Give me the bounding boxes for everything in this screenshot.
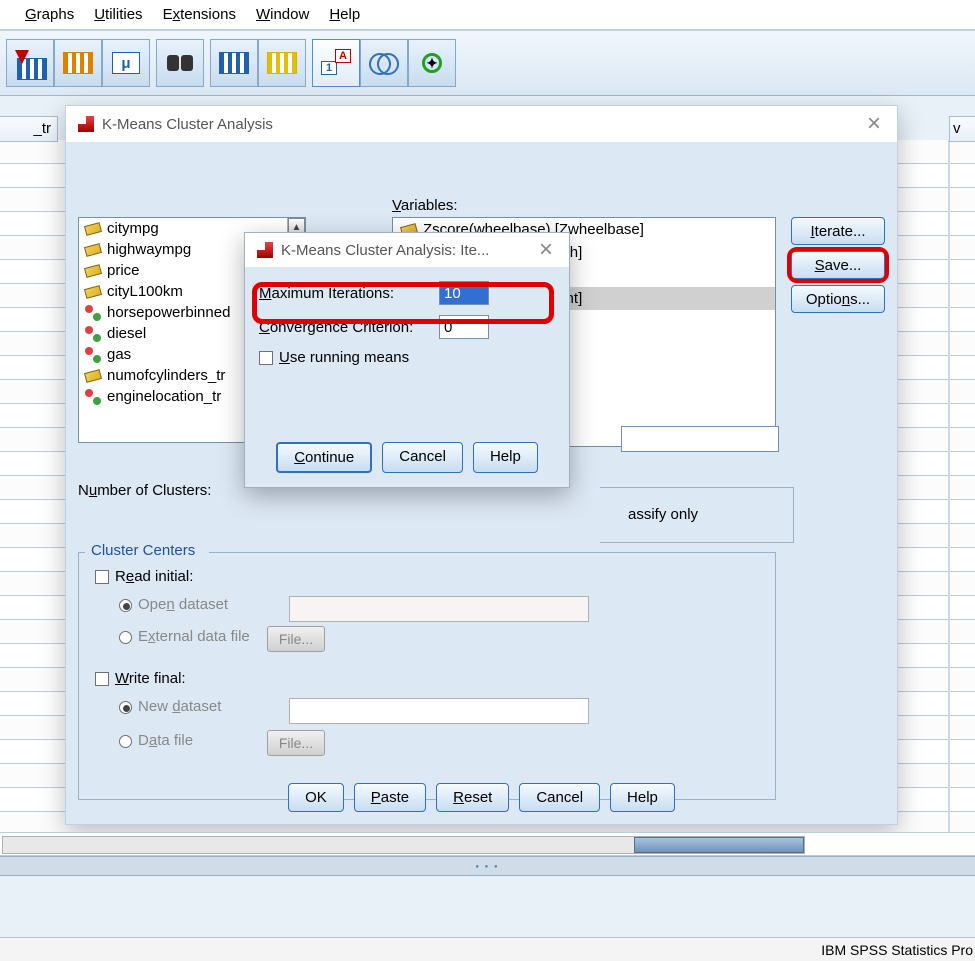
label-cases-field[interactable] (621, 426, 779, 452)
scale-icon (84, 285, 102, 299)
close-icon[interactable]: × (863, 110, 885, 138)
max-iterations-label: Maximum Iterations: (259, 285, 439, 302)
write-final-checkbox[interactable]: Write final: (95, 670, 186, 687)
max-iterations-input[interactable] (439, 281, 489, 305)
menu-utilities[interactable]: Utilities (84, 2, 152, 27)
data-file-radio: Data file (119, 732, 193, 749)
open-dataset-radio: Open dataset (119, 596, 228, 613)
cluster-centers-legend: Cluster Centers (87, 542, 199, 559)
menu-window[interactable]: Window (246, 2, 319, 27)
convergence-label: Convergence Criterion: (259, 319, 439, 336)
running-means-checkbox[interactable]: Use running means (259, 349, 555, 366)
nominal-icon (85, 326, 101, 342)
file-button-read: File... (267, 626, 325, 652)
save-button[interactable]: Save... (791, 251, 885, 279)
statusbar: IBM SPSS Statistics Pro (0, 937, 975, 961)
external-file-radio: External data file (119, 628, 250, 645)
kmeans-dialog-titlebar[interactable]: K-Means Cluster Analysis × (66, 106, 897, 142)
toolbar-value-labels-icon[interactable]: 1A (312, 39, 360, 87)
toolbar-add-icon[interactable]: ✦ (408, 39, 456, 87)
toolbar-grid-yellow-icon[interactable] (258, 39, 306, 87)
scale-icon (84, 264, 102, 278)
nominal-icon (85, 389, 101, 405)
cluster-centers-fieldset: Cluster Centers Read initial: Open datas… (78, 552, 776, 800)
new-dataset-radio: New dataset (119, 698, 221, 715)
splitter-bar[interactable]: ● ● ● (0, 856, 975, 876)
hscroll-thumb[interactable] (634, 837, 804, 853)
scale-icon (84, 369, 102, 383)
toolbar: μ 1A ✦ (0, 30, 975, 96)
reset-button[interactable]: Reset (436, 783, 509, 812)
column-divider (948, 140, 950, 832)
open-dataset-field (289, 596, 589, 622)
app-icon (257, 242, 273, 258)
iterate-dialog-title: K-Means Cluster Analysis: Ite... (281, 242, 489, 259)
header-cell-right[interactable]: v (949, 116, 975, 142)
splitter-handle-icon[interactable]: ● ● ● (405, 857, 570, 877)
hscroll-track[interactable] (2, 836, 805, 854)
iterate-dialog-titlebar[interactable]: K-Means Cluster Analysis: Ite... × (245, 233, 569, 267)
menu-graphs[interactable]: GGraphsraphs (15, 2, 84, 27)
nominal-icon (85, 305, 101, 321)
cancel-button[interactable]: Cancel (382, 442, 463, 473)
menu-extensions[interactable]: Extensions (153, 2, 246, 27)
method-classify-only-label: assify only (628, 506, 748, 523)
toolbar-mu-icon[interactable]: μ (102, 39, 150, 87)
toolbar-data-grid-icon[interactable] (54, 39, 102, 87)
app-icon (78, 116, 94, 132)
toolbar-venn-icon[interactable] (360, 39, 408, 87)
header-cell-tr[interactable]: _tr (0, 116, 58, 142)
num-clusters-label: Number of Clusters: (78, 482, 211, 499)
close-icon[interactable]: × (535, 236, 557, 264)
variables-label: Variables: (392, 197, 458, 214)
toolbar-import-icon[interactable] (6, 39, 54, 87)
status-text: IBM SPSS Statistics Pro (821, 942, 973, 958)
menu-help[interactable]: Help (319, 2, 370, 27)
menubar: GGraphsraphs Utilities Extensions Window… (0, 0, 975, 30)
help-button[interactable]: Help (473, 442, 538, 473)
scale-icon (84, 222, 102, 236)
options-button[interactable]: Options... (791, 285, 885, 313)
iterate-dialog: K-Means Cluster Analysis: Ite... × Maxim… (244, 232, 570, 488)
iterate-button[interactable]: Iterate... (791, 217, 885, 245)
toolbar-grid2-icon[interactable] (210, 39, 258, 87)
convergence-input[interactable] (439, 315, 489, 339)
kmeans-dialog-title: K-Means Cluster Analysis (102, 116, 273, 133)
ok-button[interactable]: OK (288, 783, 344, 812)
scale-icon (84, 243, 102, 257)
dialog-button-row: OK Paste Reset Cancel Help (66, 783, 897, 812)
nominal-icon (85, 347, 101, 363)
paste-button[interactable]: Paste (354, 783, 426, 812)
help-button[interactable]: Help (610, 783, 675, 812)
cancel-button[interactable]: Cancel (519, 783, 600, 812)
toolbar-find-icon[interactable] (156, 39, 204, 87)
new-dataset-field (289, 698, 589, 724)
file-button-write: File... (267, 730, 325, 756)
read-initial-checkbox[interactable]: Read initial: (95, 568, 193, 585)
continue-button[interactable]: Continue (276, 442, 372, 473)
